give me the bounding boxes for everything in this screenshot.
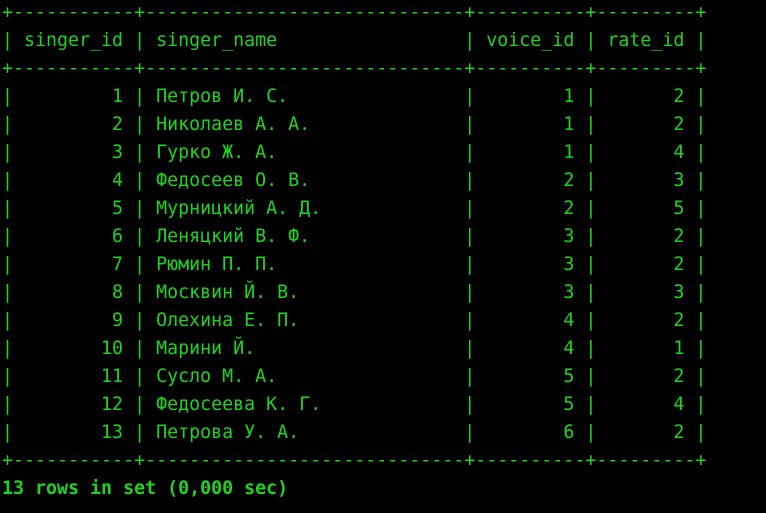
table-row: | 7 | Рюмин П. П. | 3 | 2 | <box>2 254 707 275</box>
table-row: | 4 | Федосеев О. В. | 2 | 3 | <box>2 170 707 191</box>
table-top-border: +-----------+---------------------------… <box>2 2 707 23</box>
table-row: | 2 | Николаев А. А. | 1 | 2 | <box>2 114 707 135</box>
table-row: | 1 | Петров И. С. | 1 | 2 | <box>2 86 707 107</box>
table-row: | 12 | Федосеева К. Г. | 5 | 4 | <box>2 394 707 415</box>
table-row: | 8 | Москвин Й. В. | 3 | 3 | <box>2 282 707 303</box>
table-row: | 3 | Гурко Ж. А. | 1 | 4 | <box>2 142 707 163</box>
table-header-row: | singer_id | singer_name | voice_id | r… <box>2 30 707 51</box>
table-row: | 10 | Марини Й. | 4 | 1 | <box>2 338 707 359</box>
terminal-window[interactable]: +-----------+---------------------------… <box>0 0 766 513</box>
query-summary: 13 rows in set (0,000 sec) <box>2 478 289 499</box>
table-row: | 11 | Сусло М. А. | 5 | 2 | <box>2 366 707 387</box>
table-row: | 13 | Петрова У. А. | 6 | 2 | <box>2 422 707 443</box>
table-header-border: +-----------+---------------------------… <box>2 58 707 79</box>
table-row: | 6 | Леняцкий В. Ф. | 3 | 2 | <box>2 226 707 247</box>
table-row: | 9 | Олехина Е. П. | 4 | 2 | <box>2 310 707 331</box>
table-row: | 5 | Мурницкий А. Д. | 2 | 5 | <box>2 198 707 219</box>
table-bottom-border: +-----------+---------------------------… <box>2 450 707 471</box>
